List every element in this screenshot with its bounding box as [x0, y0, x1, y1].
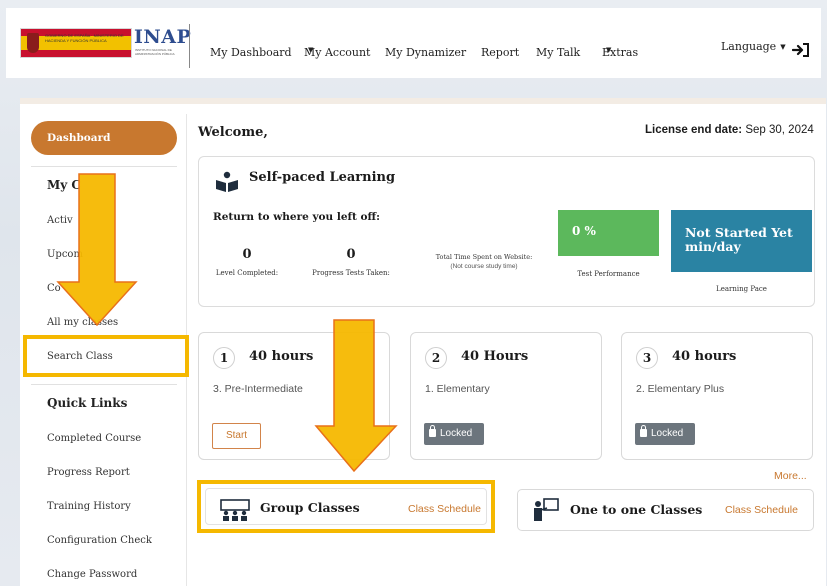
course-card-3[interactable]: 3 40 hours 2. Elementary Plus Locked [621, 332, 813, 460]
course-name: 3. Pre-Intermediate [213, 383, 303, 395]
lock-icon [640, 425, 647, 437]
nav-label: My Talk [536, 46, 581, 59]
course-name: 2. Elementary Plus [636, 383, 725, 395]
group-class-icon [220, 499, 250, 521]
nav-label: My Account [304, 46, 371, 59]
government-logo-text: GOBIERNO DE ESPAÑA · MINISTERIO DE HACIE… [45, 33, 124, 43]
course-hours: 40 Hours [461, 349, 529, 364]
start-button[interactable]: Start [212, 423, 261, 449]
sidebar-item-training-history[interactable]: Training History [47, 501, 131, 512]
locked-badge: Locked [635, 423, 695, 445]
inap-logo[interactable]: INAP [134, 26, 191, 48]
sidebar-item-progress-report[interactable]: Progress Report [47, 467, 130, 478]
caret-down-icon: ▼ [606, 46, 612, 54]
one-to-one-classes-card[interactable]: One to one Classes Class Schedule [517, 489, 814, 531]
caret-down-icon: ▼ [308, 46, 314, 54]
inap-logo-subtitle: INSTITUTO NACIONAL DE ADMINISTRACIÓN PÚB… [135, 48, 175, 56]
sidebar-item-completed-course[interactable]: Completed Course [47, 433, 141, 444]
one-to-one-class-icon [534, 498, 559, 521]
locked-label: Locked [651, 428, 684, 439]
course-number: 1 [213, 347, 235, 369]
course-card-2[interactable]: 2 40 Hours 1. Elementary Locked [410, 332, 602, 460]
license-end-date: License end date: Sep 30, 2024 [645, 124, 814, 136]
nav-label: My Dynamizer [385, 46, 467, 59]
annotation-arrow-down-icon [314, 319, 398, 473]
progress-tests-value: 0 [346, 247, 356, 262]
logout-icon[interactable] [792, 42, 810, 58]
level-completed-label: Level Completed: [215, 269, 279, 277]
more-link[interactable]: More... [774, 470, 807, 482]
coat-of-arms-icon [27, 33, 39, 53]
course-number: 2 [425, 347, 447, 369]
welcome-text: Welcome, [198, 125, 268, 140]
top-navbar: GOBIERNO DE ESPAÑA · MINISTERIO DE HACIE… [6, 8, 821, 78]
one-to-one-classes-label: One to one Classes [570, 502, 703, 517]
government-logo[interactable]: GOBIERNO DE ESPAÑA · MINISTERIO DE HACIE… [20, 28, 132, 58]
locked-badge: Locked [424, 423, 484, 445]
language-dropdown[interactable]: Language ▼ [721, 40, 786, 53]
language-label: Language [721, 40, 777, 53]
progress-tests-label: Progress Tests Taken: [312, 269, 390, 277]
lock-icon [429, 425, 436, 437]
test-performance-box: 0 % [558, 210, 659, 256]
sidebar-quick-links-heading: Quick Links [47, 396, 128, 410]
level-completed-value: 0 [242, 247, 252, 262]
divider [31, 166, 177, 167]
self-paced-learning-card: Self-paced Learning Return to where you … [198, 156, 815, 307]
one-to-one-class-schedule-link[interactable]: Class Schedule [725, 504, 798, 516]
sidebar-item-configuration-check[interactable]: Configuration Check [47, 535, 152, 546]
group-classes-card[interactable]: Group Classes Class Schedule [205, 488, 487, 525]
logo-divider [189, 24, 190, 68]
time-spent-title: Total Time Spent on Website: [435, 253, 533, 261]
sidebar-item-change-password[interactable]: Change Password [47, 569, 137, 580]
divider [31, 384, 177, 385]
locked-label: Locked [440, 428, 473, 439]
group-classes-highlight: Group Classes Class Schedule [197, 480, 495, 533]
group-classes-label: Group Classes [260, 500, 360, 515]
time-spent-label: Total Time Spent on Website: (Not course… [425, 253, 543, 271]
nav-label: Report [481, 46, 520, 59]
caret-down-icon: ▼ [780, 43, 786, 51]
course-hours: 40 hours [672, 349, 737, 364]
return-text[interactable]: Return to where you left off: [213, 211, 380, 223]
learning-pace-box: Not Started Yet min/day [671, 210, 812, 272]
nav-label: My Dashboard [210, 46, 292, 59]
learning-pace-label: Learning Pace [716, 285, 767, 293]
annotation-arrow-down-icon [56, 173, 138, 327]
self-paced-title: Self-paced Learning [249, 170, 396, 185]
book-reader-icon [216, 171, 238, 192]
sidebar-item-search-class[interactable]: Search Class [47, 351, 113, 362]
test-performance-label: Test Performance [577, 270, 640, 278]
course-name: 1. Elementary [425, 383, 490, 395]
course-number: 3 [636, 347, 658, 369]
group-class-schedule-link[interactable]: Class Schedule [408, 503, 481, 515]
license-label: License end date: [645, 124, 743, 136]
sidebar-dashboard-button[interactable]: Dashboard [31, 121, 177, 155]
license-value: Sep 30, 2024 [742, 124, 814, 136]
course-hours: 40 hours [249, 349, 314, 364]
time-spent-subtitle: (Not course study time) [450, 263, 518, 270]
